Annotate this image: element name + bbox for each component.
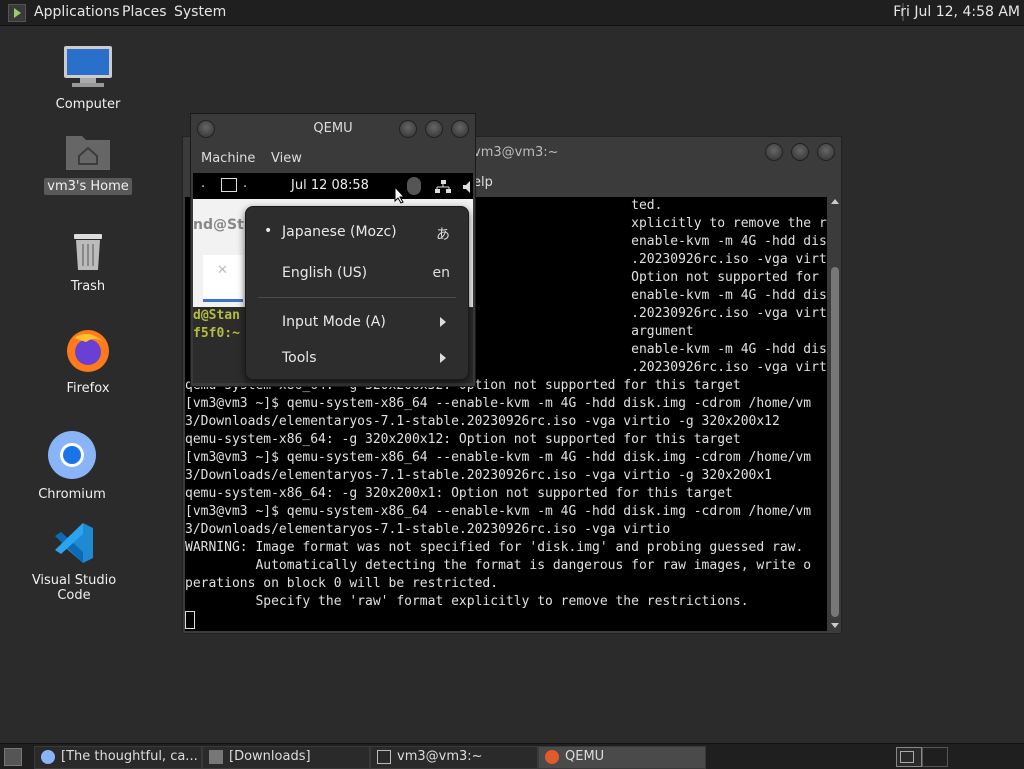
menu-item-input-mode[interactable]: Input Mode (A) [246, 309, 468, 337]
desktop-icon-label: Computer [55, 97, 121, 112]
task-qemu[interactable]: QEMU [538, 746, 706, 769]
desktop-icon-trash[interactable]: Trash [38, 228, 138, 295]
terminal-line: [vm3@vm3 ~]$ qemu-system-x86_64 --enable… [185, 396, 812, 411]
desktop-icon-home[interactable]: vm3's Home [38, 128, 138, 195]
task-label: vm3@vm3:~ [397, 749, 483, 764]
desktop-icon-computer[interactable]: Computer [38, 44, 138, 113]
minimize-button[interactable] [399, 120, 417, 138]
volume-icon[interactable] [463, 179, 473, 193]
system-menu[interactable]: System [174, 4, 226, 20]
menu-item-label: Japanese (Mozc) [282, 224, 397, 240]
home-folder-icon [64, 128, 112, 172]
terminal-line: 3/Downloads/elementaryos-7.1-stable.2023… [185, 414, 780, 429]
guest-partial-text: nd@St [193, 217, 244, 233]
places-menu[interactable]: Places [122, 4, 167, 20]
scroll-up-icon[interactable] [831, 199, 839, 204]
menu-item-tools[interactable]: Tools [246, 345, 468, 373]
applications-menu[interactable]: Applications [34, 4, 120, 20]
desktop-icon-label: Chromium [38, 487, 106, 502]
workspace-switcher-1[interactable] [896, 747, 922, 767]
input-method-menu: • Japanese (Mozc) あ English (US) en Inpu… [245, 206, 469, 380]
machine-menu[interactable]: Machine [201, 151, 255, 166]
qemu-titlebar[interactable]: QEMU [191, 114, 475, 144]
menu-item-label: English (US) [282, 265, 368, 281]
terminal-line: 3/Downloads/elementaryos-7.1-stable.2023… [185, 468, 772, 483]
task-downloads[interactable]: [Downloads] [202, 746, 370, 769]
maximize-button[interactable] [791, 143, 809, 161]
firefox-icon [64, 326, 112, 374]
task-label: [Downloads] [229, 749, 311, 764]
close-icon[interactable]: ✕ [217, 263, 228, 278]
terminal-line: Automatically detecting the format is da… [185, 558, 812, 573]
terminal-line: [vm3@vm3 ~]$ qemu-system-x86_64 --enable… [185, 504, 812, 519]
network-icon[interactable] [435, 179, 451, 193]
menu-item-japanese-mozc[interactable]: • Japanese (Mozc) あ [246, 219, 468, 247]
guest-dot: . [243, 176, 248, 191]
guest-clock[interactable]: Jul 12 08:58 [291, 178, 369, 193]
menu-item-label: Tools [282, 350, 317, 366]
chromium-icon [47, 430, 97, 480]
qemu-icon [545, 750, 559, 764]
task-label: QEMU [565, 749, 605, 764]
panel-clock[interactable]: Fri Jul 12, 4:58 AM [893, 4, 1020, 20]
computer-icon [62, 44, 114, 90]
terminal-line: 3/Downloads/elementaryos-7.1-stable.2023… [185, 522, 671, 537]
menu-item-english-us[interactable]: English (US) en [246, 260, 468, 288]
app-menu-icon[interactable] [8, 4, 26, 22]
submenu-arrow-icon [440, 317, 446, 327]
close-button[interactable] [817, 143, 835, 161]
desktop-icon-label: Visual Studio Code [31, 573, 117, 603]
menu-item-label: Input Mode (A) [282, 314, 386, 330]
minimize-button[interactable] [765, 143, 783, 161]
desktop-icon-label: vm3's Home [44, 178, 132, 195]
guest-tab: ✕ [203, 255, 243, 302]
terminal-line: qemu-system-x86_64: -g 320x200x12: Optio… [185, 432, 741, 447]
terminal-line: Specify the 'raw' format explicitly to r… [185, 594, 749, 609]
bottom-taskbar: [The thoughtful, ca... [Downloads] vm3@v… [0, 743, 1024, 769]
scroll-down-icon[interactable] [831, 623, 839, 628]
trash-icon [68, 228, 108, 272]
close-button[interactable] [451, 120, 469, 138]
top-panel: Applications Places System Fri Jul 12, 4… [0, 0, 1024, 26]
chromium-icon [41, 750, 55, 764]
show-desktop-icon[interactable] [4, 748, 22, 766]
workspace-switcher-2[interactable] [922, 747, 948, 767]
terminal-line: [vm3@vm3 ~]$ qemu-system-x86_64 --enable… [185, 450, 812, 465]
terminal-title: vm3@vm3:~ [473, 145, 559, 160]
terminal-line: WARNING: Image format was not specified … [185, 540, 804, 555]
selected-bullet: • [264, 223, 273, 239]
qemu-menubar: Machine View [191, 146, 475, 172]
terminal-cursor-line [185, 611, 827, 630]
submenu-arrow-icon [440, 353, 446, 363]
task-terminal[interactable]: vm3@vm3:~ [370, 746, 538, 769]
desktop-icon-vscode[interactable]: Visual Studio Code [14, 520, 134, 604]
scroll-thumb[interactable] [831, 267, 839, 617]
guest-terminal-icon[interactable] [221, 178, 237, 192]
task-label: [The thoughtful, ca... [61, 749, 198, 764]
menu-item-indicator: en [432, 265, 451, 281]
terminal-line: qemu-system-x86_64: -g 320x200x1: Option… [185, 486, 733, 501]
view-menu[interactable]: View [271, 151, 302, 166]
desktop-icon-firefox[interactable]: Firefox [38, 326, 138, 397]
desktop-icon-label: Firefox [66, 381, 110, 396]
guest-top-panel: . . Jul 12 08:58 [193, 173, 473, 199]
guest-input-indicator[interactable] [407, 177, 421, 195]
terminal-scrollbar[interactable] [829, 197, 841, 631]
menu-separator [258, 297, 456, 298]
task-chromium[interactable]: [The thoughtful, ca... [34, 746, 202, 769]
desktop-icon-label: Trash [70, 279, 106, 294]
folder-icon [209, 750, 223, 764]
mouse-pointer-icon [394, 185, 406, 204]
vscode-icon [51, 520, 97, 566]
maximize-button[interactable] [425, 120, 443, 138]
terminal-cursor [185, 611, 195, 629]
terminal-line: perations on block 0 will be restricted. [185, 576, 499, 591]
terminal-icon [377, 750, 391, 764]
guest-dot: . [201, 176, 206, 191]
desktop-icon-chromium[interactable]: Chromium [22, 430, 122, 503]
menu-item-indicator: あ [436, 227, 450, 243]
